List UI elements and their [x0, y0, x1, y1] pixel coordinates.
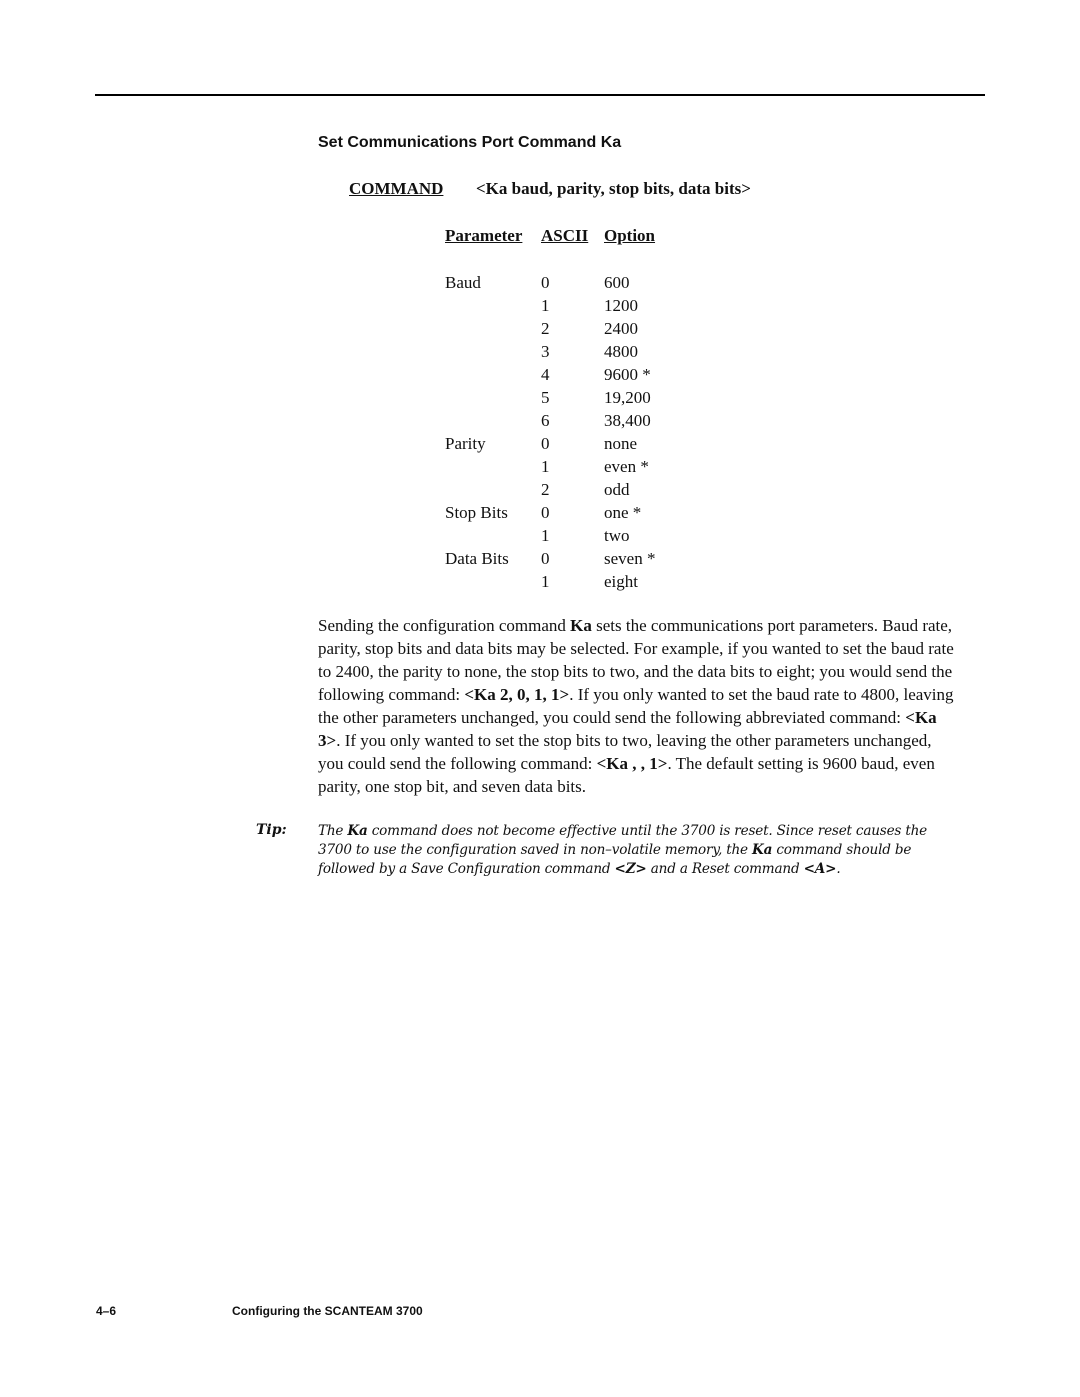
cell-ascii: 2 — [541, 319, 550, 338]
cell-option: seven * — [604, 549, 656, 568]
cell-option: 38,400 — [604, 411, 651, 430]
cell-ascii: 3 — [541, 342, 550, 361]
cell-ascii: 1 — [541, 526, 550, 545]
cell-ascii: 0 — [541, 434, 550, 453]
header-ascii: ASCII — [541, 226, 589, 245]
inline-command: <Ka , , 1> — [596, 754, 668, 773]
tip-command: <A> — [803, 861, 837, 877]
cell-parameter: Parity — [445, 434, 486, 453]
tip-command: <Z> — [614, 861, 647, 877]
cell-option: 19,200 — [604, 388, 651, 407]
cell-ascii: 4 — [541, 365, 550, 384]
tip-command: Ka — [347, 823, 368, 839]
tip-command: Ka — [752, 842, 773, 858]
cell-ascii: 2 — [541, 480, 550, 499]
cell-ascii: 0 — [541, 273, 550, 292]
cell-ascii: 6 — [541, 411, 550, 430]
paragraph-text: Sending the configuration command — [318, 616, 571, 635]
footer-title: Configuring the SCANTEAM 3700 — [232, 1304, 423, 1318]
tip-label: Tip: — [256, 822, 287, 838]
cell-parameter: Baud — [445, 273, 481, 292]
description-paragraph: Sending the configuration command Ka set… — [318, 614, 958, 798]
header-rule — [95, 94, 985, 96]
cell-option: two — [604, 526, 630, 545]
cell-parameter: Stop Bits — [445, 503, 508, 522]
cell-ascii: 0 — [541, 503, 550, 522]
header-parameter: Parameter — [445, 226, 523, 245]
cell-option: 2400 — [604, 319, 638, 338]
cell-option: none — [604, 434, 638, 453]
cell-ascii: 0 — [541, 549, 550, 568]
inline-command: Ka — [570, 616, 592, 635]
cell-ascii: 1 — [541, 296, 550, 315]
header-option: Option — [604, 226, 656, 245]
command-syntax: <Ka baud, parity, stop bits, data bits> — [476, 179, 751, 198]
cell-ascii: 1 — [541, 457, 550, 476]
cell-option: 1200 — [604, 296, 638, 315]
cell-option: 600 — [604, 273, 630, 292]
cell-ascii: 5 — [541, 388, 550, 407]
tip-fragment: and a Reset command — [646, 861, 804, 877]
inline-command: <Ka 2, 0, 1, 1> — [464, 685, 570, 704]
cell-option: eight — [604, 572, 638, 591]
cell-option: odd — [604, 480, 630, 499]
tip-fragment: The — [318, 823, 348, 839]
cell-option: 4800 — [604, 342, 638, 361]
command-syntax-line: COMMAND <Ka baud, parity, stop bits, dat… — [349, 179, 751, 199]
cell-option: one * — [604, 503, 642, 522]
footer-page-number: 4–6 — [96, 1304, 117, 1318]
tip-text: The Ka command does not become effective… — [318, 822, 958, 879]
section-title: Set Communications Port Command Ka — [318, 134, 622, 151]
cell-ascii: 1 — [541, 572, 550, 591]
cell-option: even * — [604, 457, 649, 476]
cell-parameter: Data Bits — [445, 549, 509, 568]
cell-option: 9600 * — [604, 365, 651, 384]
tip-fragment: . — [836, 861, 841, 877]
command-keyword: COMMAND — [349, 179, 444, 198]
